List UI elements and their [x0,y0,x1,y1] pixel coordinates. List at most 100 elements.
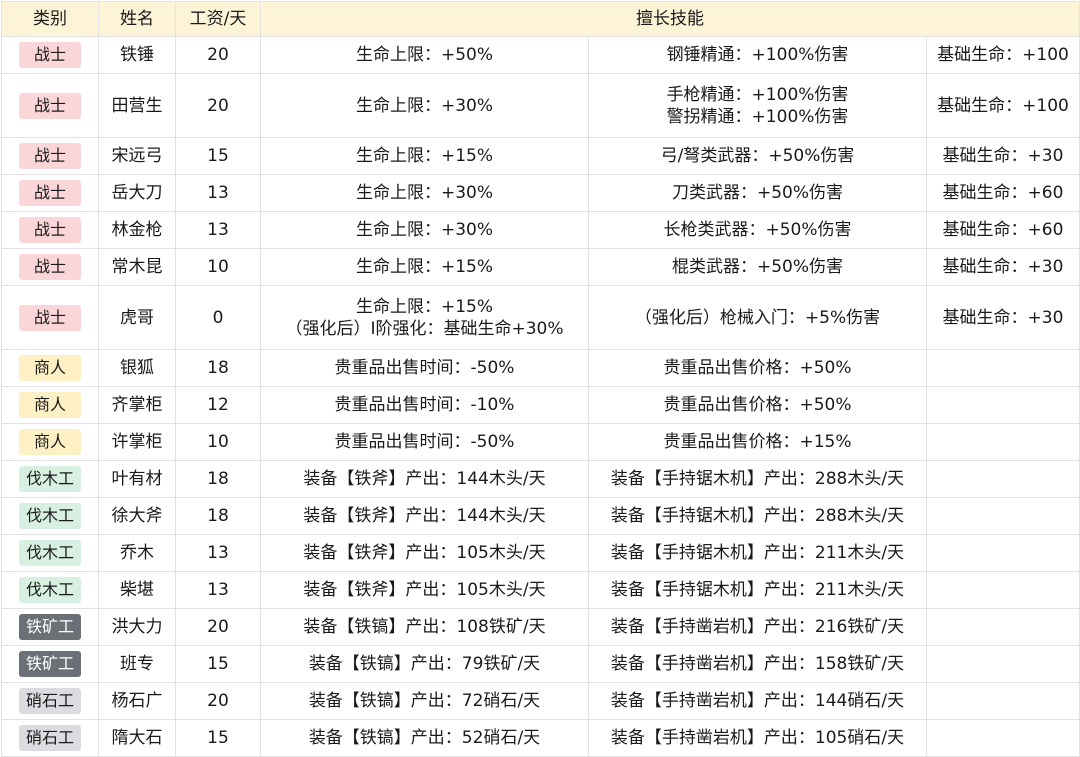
skill2-line: 贵重品出售价格：+15% [663,432,852,452]
category-cell: 伐木工 [1,460,99,498]
name-cell: 洪大力 [98,608,176,646]
name-cell: 许掌柜 [98,423,176,461]
skill1-cell: 装备【铁镐】产出：79铁矿/天 [260,645,589,683]
skill1-cell: 生命上限：+50% [260,36,589,74]
skill2-cell: （强化后）枪械入门：+5%伤害 [588,285,927,350]
name-cell: 林金枪 [98,211,176,249]
wage-cell: 20 [175,73,261,138]
table-row: 战士 铁锤 20 生命上限：+50% 钢锤精通：+100%伤害 基础生命：+100 [1,36,1080,74]
table-row: 商人 齐掌柜 12 贵重品出售时间：-10% 贵重品出售价格：+50% [1,386,1080,424]
category-badge: 战士 [19,143,81,169]
skill1-cell: 生命上限：+30% [260,73,589,138]
name-cell: 杨石广 [98,682,176,720]
skill2-cell: 贵重品出售价格：+50% [588,349,927,387]
skill2-line: 警拐精通：+100%伤害 [666,106,849,127]
skill2-line: 装备【手持锯木机】产出：288木头/天 [610,469,905,489]
category-badge: 硝石工 [19,725,81,751]
wage-cell: 18 [175,460,261,498]
wage-cell: 20 [175,682,261,720]
skill1-cell: 生命上限：+15% [260,137,589,175]
skill1-line: 生命上限：+50% [355,45,494,65]
wage-cell: 15 [175,719,261,757]
name-cell: 徐大斧 [98,497,176,535]
name-cell: 叶有材 [98,460,176,498]
skill3-cell [926,682,1080,720]
category-cell: 铁矿工 [1,608,99,646]
table-row: 铁矿工 班专 15 装备【铁镐】产出：79铁矿/天 装备【手持凿岩机】产出：158铁矿/… [1,645,1080,683]
skill2-line: 装备【手持凿岩机】产出：158铁矿/天 [610,654,905,674]
skill3-cell: 基础生命：+100 [926,36,1080,74]
skill1-cell: 装备【铁镐】产出：52硝石/天 [260,719,589,757]
skill1-line: 装备【铁斧】产出：144木头/天 [303,506,546,526]
skill1-cell: 装备【铁斧】产出：144木头/天 [260,497,589,535]
skill3-cell: 基础生命：+30 [926,248,1080,286]
skill2-line: 装备【手持凿岩机】产出：216铁矿/天 [610,617,905,637]
skill1-cell: 贵重品出售时间：-50% [260,349,589,387]
skill2-line: 装备【手持锯木机】产出：288木头/天 [610,506,905,526]
header-name: 姓名 [98,1,176,37]
table-row: 商人 许掌柜 10 贵重品出售时间：-50% 贵重品出售价格：+15% [1,423,1080,461]
table-row: 伐木工 徐大斧 18 装备【铁斧】产出：144木头/天 装备【手持锯木机】产出：288木… [1,497,1080,535]
table-row: 铁矿工 洪大力 20 装备【铁镐】产出：108铁矿/天 装备【手持凿岩机】产出：216铁… [1,608,1080,646]
skill3-cell [926,571,1080,609]
skill2-cell: 装备【手持凿岩机】产出：158铁矿/天 [588,645,927,683]
category-cell: 战士 [1,248,99,286]
skill1-line: 装备【铁斧】产出：144木头/天 [303,469,546,489]
header-wage: 工资/天 [175,1,261,37]
skill2-cell: 贵重品出售价格：+50% [588,386,927,424]
skill1-cell: 装备【铁斧】产出：105木头/天 [260,571,589,609]
skill1-line: 装备【铁镐】产出：108铁矿/天 [303,617,546,637]
name-cell: 岳大刀 [98,174,176,212]
skill2-cell: 装备【手持锯木机】产出：211木头/天 [588,571,927,609]
category-cell: 战士 [1,211,99,249]
skill3-cell [926,497,1080,535]
skill1-line: 装备【铁镐】产出：72硝石/天 [308,691,541,711]
skill2-line: （强化后）枪械入门：+5%伤害 [634,307,881,328]
category-cell: 商人 [1,386,99,424]
wage-cell: 10 [175,248,261,286]
skill1-line: 贵重品出售时间：-50% [334,358,515,378]
header-category: 类别 [1,1,99,37]
table-body: 战士 铁锤 20 生命上限：+50% 钢锤精通：+100%伤害 基础生命：+100 战士 田营… [1,36,1080,757]
category-badge: 铁矿工 [19,614,81,640]
skill3-cell: 基础生命：+60 [926,211,1080,249]
skill2-cell: 棍类武器：+50%伤害 [588,248,927,286]
category-cell: 战士 [1,36,99,74]
category-badge: 伐木工 [19,503,81,529]
skill2-line: 装备【手持锯木机】产出：211木头/天 [610,580,905,600]
wage-cell: 18 [175,497,261,535]
header-skills: 擅长技能 [260,1,1080,37]
name-cell: 隋大石 [98,719,176,757]
skill1-line: 装备【铁斧】产出：105木头/天 [303,543,546,563]
category-cell: 伐木工 [1,497,99,535]
skill3-cell: 基础生命：+60 [926,174,1080,212]
skill2-line: 长枪类武器：+50%伤害 [663,220,852,240]
wage-cell: 15 [175,137,261,175]
skill1-cell: 生命上限：+15% [260,248,589,286]
skill2-cell: 弓/弩类武器：+50%伤害 [588,137,927,175]
category-badge: 战士 [19,304,81,331]
name-cell: 柴堪 [98,571,176,609]
table-row: 战士 田营生 20 生命上限：+30% 手枪精通：+100%伤害 警拐精通：+100%伤害… [1,73,1080,138]
name-cell: 班专 [98,645,176,683]
skill3-cell [926,386,1080,424]
skill3-cell [926,460,1080,498]
skill1-cell: 装备【铁镐】产出：72硝石/天 [260,682,589,720]
name-cell: 宋远弓 [98,137,176,175]
skill3-cell [926,645,1080,683]
category-badge: 商人 [19,392,81,418]
skill2-cell: 装备【手持凿岩机】产出：144硝石/天 [588,682,927,720]
wage-cell: 12 [175,386,261,424]
skill3-cell [926,349,1080,387]
skill2-cell: 钢锤精通：+100%伤害 [588,36,927,74]
category-cell: 战士 [1,285,99,350]
skill3-cell [926,423,1080,461]
skill2-cell: 刀类武器：+50%伤害 [588,174,927,212]
category-badge: 伐木工 [19,540,81,566]
category-cell: 硝石工 [1,682,99,720]
skill2-cell: 装备【手持锯木机】产出：288木头/天 [588,497,927,535]
skill2-line: 贵重品出售价格：+50% [663,395,852,415]
skill1-line: （强化后）Ⅰ阶强化：基础生命+30% [285,318,564,339]
category-cell: 商人 [1,423,99,461]
skill1-cell: 贵重品出售时间：-10% [260,386,589,424]
